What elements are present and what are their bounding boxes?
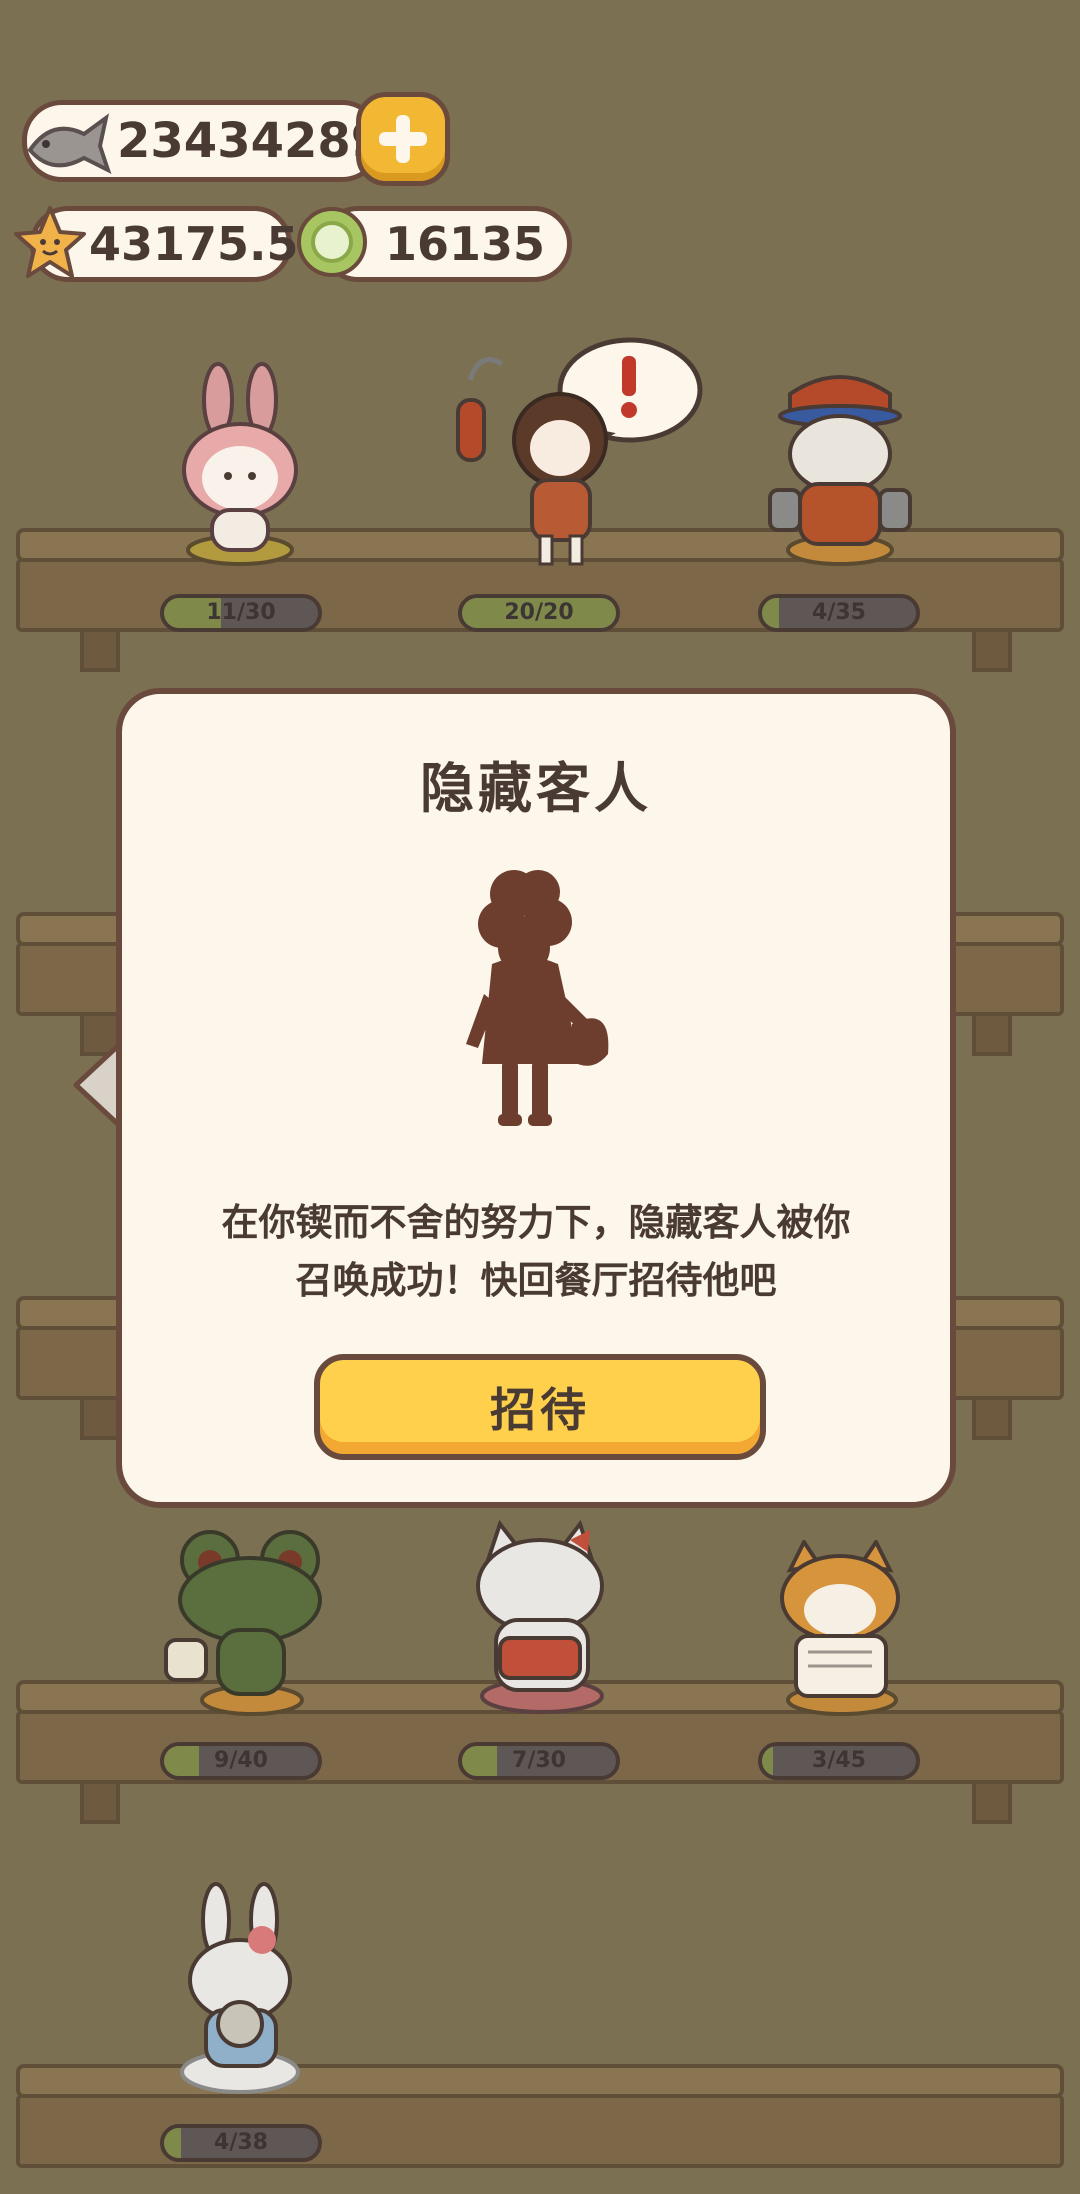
plus-icon	[379, 115, 427, 163]
shelf-leg	[972, 1396, 1012, 1440]
progress-bar: 4/35	[758, 594, 920, 632]
progress-label: 9/40	[214, 1748, 268, 1773]
progress-label: 4/35	[812, 600, 866, 625]
star-amount: 43175.5	[89, 217, 299, 271]
progress-bar: 20/20	[458, 594, 620, 632]
progress-bar: 9/40	[160, 1742, 322, 1780]
dialog-title: 隐藏客人	[420, 757, 652, 820]
progress-bar: 11/30	[160, 594, 322, 632]
gem-amount: 16135	[385, 217, 546, 271]
shelf-leg	[80, 1396, 120, 1440]
dialog-message: 在你锲而不舍的努力下，隐藏客人被你 召唤成功！快回餐厅招待他吧	[182, 1194, 890, 1310]
progress-bar: 4/38	[160, 2124, 322, 2162]
shelf-leg	[80, 628, 120, 672]
shiba-newspaper-character[interactable]	[760, 1540, 920, 1720]
shelf-leg	[972, 1012, 1012, 1056]
progress-label: 3/45	[812, 1748, 866, 1773]
add-fish-button[interactable]	[356, 92, 450, 186]
shelf-leg	[80, 1780, 120, 1824]
star-icon	[14, 206, 86, 278]
shelf-leg	[972, 628, 1012, 672]
receive-guest-button[interactable]: 招待	[314, 1354, 766, 1460]
fish-amount: 23434289	[117, 113, 385, 169]
progress-bar: 3/45	[758, 1742, 920, 1780]
girl-with-keys-character[interactable]	[440, 330, 710, 570]
progress-bar: 7/30	[458, 1742, 620, 1780]
progress-label: 20/20	[504, 600, 574, 625]
hidden-guest-dialog: 隐藏客人 在你锲而不舍的努力下，隐藏客人被你 召唤成功！快回餐厅招待他吧 招待	[116, 688, 956, 1508]
rabbit-drum-character[interactable]	[170, 1880, 310, 2100]
exclamation-icon	[621, 356, 637, 418]
dialog-message-line2: 召唤成功！快回餐厅招待他吧	[295, 1259, 777, 1302]
shelf-leg	[972, 1780, 1012, 1824]
progress-label: 4/38	[214, 2130, 268, 2155]
frog-character[interactable]	[160, 1520, 330, 1720]
bunny-hood-character[interactable]	[170, 360, 310, 570]
hidden-guest-silhouette	[466, 870, 609, 1126]
cap-dog-character[interactable]	[760, 364, 920, 570]
fish-icon	[27, 113, 112, 174]
progress-label: 11/30	[206, 600, 276, 625]
progress-label: 7/30	[512, 1748, 566, 1773]
gem-icon	[297, 207, 367, 277]
white-cat-character[interactable]	[460, 1520, 620, 1720]
dialog-message-line1: 在你锲而不舍的努力下，隐藏客人被你	[221, 1201, 851, 1244]
